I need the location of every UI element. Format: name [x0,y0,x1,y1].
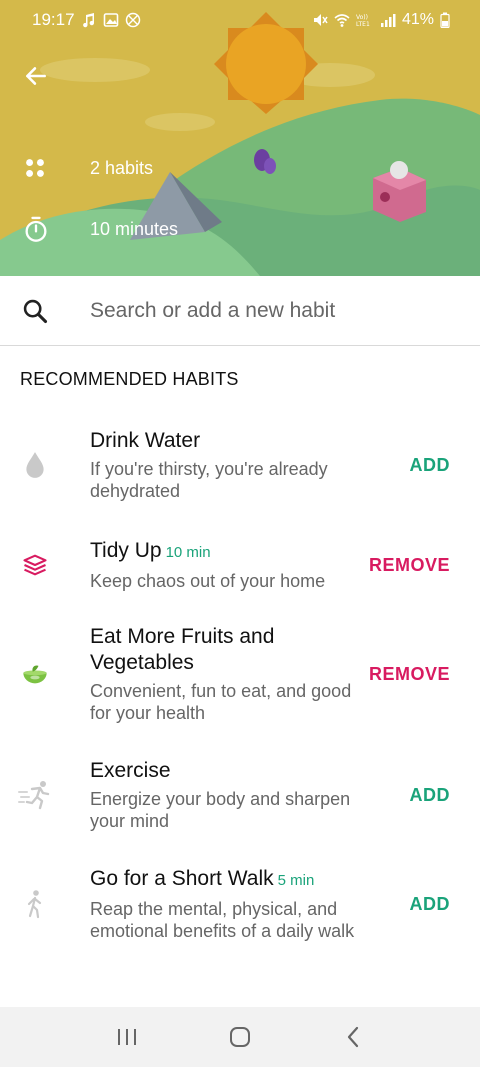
habit-item-short-walk[interactable]: Go for a Short Walk 5 min Reap the mental… [0,866,480,942]
habits-count-row: 2 habits [0,155,153,181]
home-button[interactable] [220,1017,260,1057]
back-button[interactable] [20,60,52,92]
habit-description: Energize your body and sharpen your mind [90,789,351,831]
home-icon [229,1027,250,1047]
signal-icon [380,14,396,27]
habit-title: Tidy Up [90,539,162,562]
layers-icon [23,554,47,576]
hero-banner: 19:17 Vo)) LTE1 41% 2 habits 10 minutes [0,0,480,276]
grid-dots-icon [26,159,44,177]
habit-title: Drink Water [90,429,201,452]
battery-icon [440,12,450,28]
habit-description: Keep chaos out of your home [90,571,326,591]
add-button[interactable]: ADD [410,894,451,915]
habits-count: 2 habits [90,157,154,178]
svg-text:LTE1: LTE1 [356,21,370,28]
add-button[interactable]: ADD [410,785,451,806]
chevron-left-icon [348,1026,359,1048]
recents-button[interactable] [107,1017,147,1057]
arrow-left-icon [26,67,46,85]
habit-title: Go for a Short Walk [90,867,274,890]
habit-description: Convenient, fun to eat, and good for you… [90,681,352,723]
habit-duration: 10 min [165,544,211,561]
habit-title: Eat More Fruits and Vegetables [90,625,275,674]
remove-button[interactable]: REMOVE [369,664,450,685]
status-time: 19:17 [32,10,75,29]
total-duration: 10 minutes [90,218,179,239]
habit-duration: 5 min [277,872,315,889]
svg-text:Vo)): Vo)) [356,14,368,21]
habit-item-tidy-up[interactable]: Tidy Up 10 min Keep chaos out of your hom… [0,538,480,592]
search-input[interactable] [90,298,470,323]
runner-icon [18,781,50,810]
habit-item-eat-fruits-vegetables[interactable]: Eat More Fruits and Vegetables Convenien… [0,624,480,724]
habit-item-exercise[interactable]: Exercise Energize your body and sharpen … [0,758,480,832]
habit-description: Reap the mental, physical, and emotional… [90,899,355,941]
volte-icon: Vo))LTE1 [356,14,370,28]
walker-icon [27,890,42,919]
habit-title: Exercise [90,759,171,782]
music-note-icon [82,13,94,28]
search-icon[interactable] [21,297,49,325]
add-button[interactable]: ADD [410,455,451,476]
stopwatch-icon [25,216,47,242]
salad-bowl-icon [23,665,47,684]
back-nav-button[interactable] [333,1017,373,1057]
habit-description: If you're thirsty, you're already dehydr… [90,459,328,501]
system-nav-bar [0,1007,480,1067]
blocked-icon [125,12,140,28]
wifi-icon [334,14,350,27]
habit-item-drink-water[interactable]: Drink Water If you're thirsty, you're al… [0,428,480,502]
gallery-icon [103,13,118,27]
section-title: RECOMMENDED HABITS [20,369,239,389]
duration-row: 10 minutes [0,215,178,243]
recents-icon [117,1029,136,1045]
water-drop-icon [26,452,44,478]
status-bar: 19:17 Vo)) LTE1 41% [0,0,480,40]
battery-percent: 41% [401,11,434,28]
search-bar [0,276,480,346]
mute-icon [313,14,328,26]
remove-button[interactable]: REMOVE [369,555,450,576]
